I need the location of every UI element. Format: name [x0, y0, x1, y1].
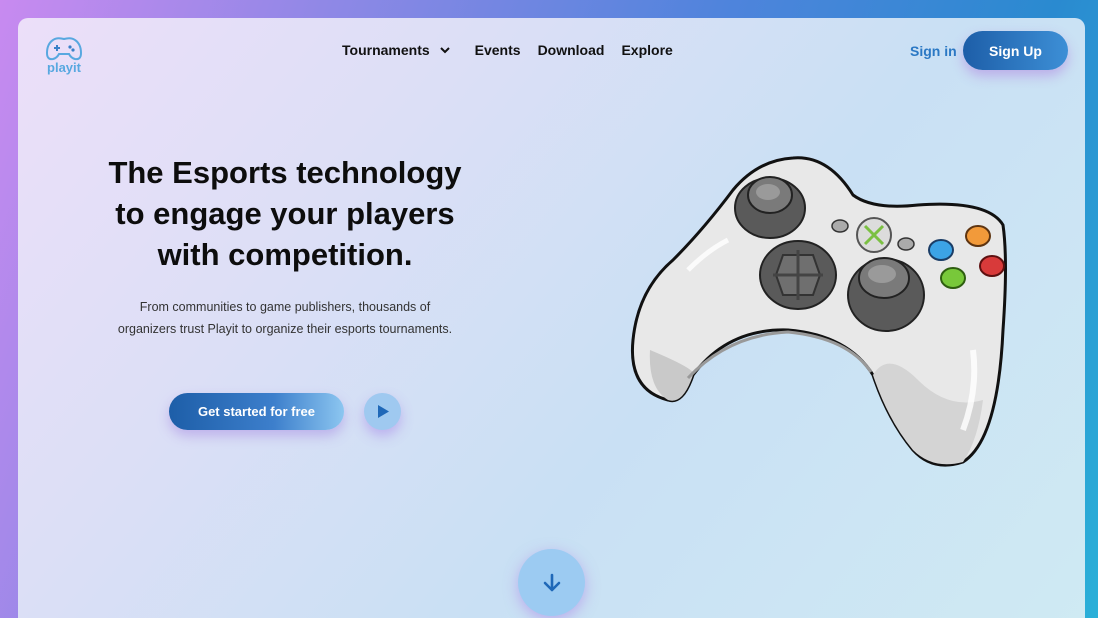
nav-item-download[interactable]: Download	[538, 42, 605, 58]
nav-item-explore[interactable]: Explore	[621, 42, 672, 58]
hero-title-line: to engage your players	[115, 196, 455, 231]
hero-subtitle-line: organizers trust Playit to organize thei…	[117, 322, 453, 336]
main-nav: Tournaments Events Download Explore	[342, 42, 690, 58]
game-controller-illustration	[630, 156, 1007, 467]
gamepad-icon	[45, 37, 83, 61]
nav-item-label: Explore	[621, 42, 673, 58]
hero-title: The Esports technology to engage your pl…	[82, 152, 488, 275]
brand-logo[interactable]: playit	[44, 36, 84, 75]
get-started-button[interactable]: Get started for free	[169, 393, 344, 430]
sign-up-button[interactable]: Sign Up	[963, 31, 1068, 70]
arrow-down-icon	[543, 573, 560, 591]
sign-in-link[interactable]: Sign in	[910, 43, 957, 59]
play-icon	[377, 405, 389, 418]
brand-name: playit	[47, 60, 81, 75]
hero-subtitle: From communities to game publishers, tho…	[104, 296, 466, 340]
nav-item-tournaments[interactable]: Tournaments	[342, 42, 458, 58]
hero-title-line: The Esports technology	[108, 155, 462, 190]
page-card: playit Tournaments Events Download Explo…	[18, 18, 1085, 618]
scroll-down-button[interactable]	[518, 549, 585, 616]
chevron-down-icon[interactable]	[439, 46, 450, 54]
nav-item-label: Events	[474, 42, 521, 58]
nav-item-label: Download	[537, 42, 605, 58]
hero-subtitle-line: From communities to game publishers, tho…	[139, 300, 431, 314]
play-video-button[interactable]	[364, 393, 401, 430]
nav-item-label: Tournaments	[342, 42, 430, 58]
hero-title-line: with competition.	[157, 237, 413, 272]
nav-item-events[interactable]: Events	[475, 42, 521, 58]
